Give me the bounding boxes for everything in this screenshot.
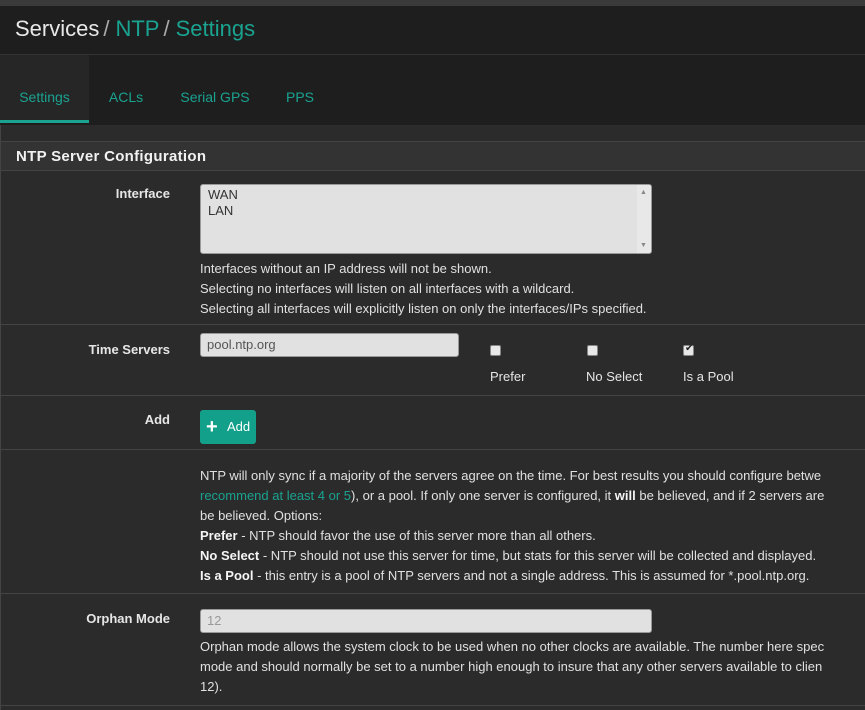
panel-title: NTP Server Configuration [1, 141, 865, 171]
is-a-pool-label: Is a Pool [683, 369, 734, 384]
ntp-help-text-part: ), or a pool. If only one server is conf… [351, 488, 615, 503]
add-button-label: Add [227, 419, 251, 434]
is-a-pool-checkbox[interactable] [683, 343, 694, 356]
ntp-help-text: NTP will only sync if a majority of the … [200, 466, 824, 586]
prefer-label: Prefer [490, 369, 526, 384]
no-select-term: No Select [200, 548, 260, 563]
orphan-mode-input[interactable]: 12 [200, 609, 652, 633]
ntp-help-bold: will [614, 488, 636, 503]
breadcrumb-ntp-link[interactable]: NTP [115, 16, 159, 41]
ntp-help-pool: Is a Pool - this entry is a pool of NTP … [200, 566, 824, 586]
breadcrumb-separator: / [103, 16, 110, 41]
interface-option-wan[interactable]: WAN [201, 185, 651, 203]
no-select-checkbox[interactable] [587, 345, 598, 356]
add-row: Add [1, 396, 865, 450]
tab-bar: Settings ACLs Serial GPS PPS [0, 54, 865, 123]
orphan-help-line: mode and should normally be set to a num… [200, 659, 823, 674]
is-a-pool-description: - this entry is a pool of NTP servers an… [253, 568, 810, 583]
orphan-help-line: 12). [200, 679, 223, 694]
breadcrumb-settings-link[interactable]: Settings [176, 16, 256, 41]
orphan-mode-label: Orphan Mode [86, 611, 170, 626]
ntp-config-panel: NTP Server Configuration Interface WAN L… [0, 125, 865, 710]
interface-option-lan[interactable]: LAN [201, 203, 651, 219]
prefer-checkbox[interactable] [490, 345, 501, 356]
tab-settings[interactable]: Settings [0, 55, 89, 123]
interface-help-line: Selecting no interfaces will listen on a… [200, 281, 575, 296]
interface-help: Interfaces without an IP address will no… [200, 259, 647, 319]
breadcrumb: Services / NTP / Settings [0, 6, 865, 53]
prefer-description: - NTP should favor the use of this serve… [237, 528, 596, 543]
tab-pps[interactable]: PPS [278, 55, 322, 123]
no-select-label: No Select [586, 369, 643, 384]
tab-serial-gps[interactable]: Serial GPS [172, 55, 258, 123]
is-a-pool-term: Is a Pool [200, 568, 254, 583]
time-servers-label: Time Servers [88, 342, 170, 357]
interface-listbox[interactable]: WAN LAN ▲ ▼ [200, 184, 652, 254]
ntp-help-line: recommend at least 4 or 5), or a pool. I… [200, 486, 824, 506]
plus-icon: + [206, 416, 218, 438]
add-label: Add [144, 412, 170, 427]
add-button[interactable]: + Add [200, 410, 256, 444]
recommend-link[interactable]: recommend at least 4 or 5 [200, 488, 351, 503]
scroll-up-icon[interactable]: ▲ [640, 189, 647, 196]
breadcrumb-services: Services [15, 16, 100, 41]
orphan-help-line: Orphan mode allows the system clock to b… [200, 639, 825, 654]
prefer-term: Prefer [200, 528, 238, 543]
interface-help-line: Selecting all interfaces will explicitly… [200, 301, 647, 316]
scroll-down-icon[interactable]: ▼ [640, 242, 647, 249]
ntp-help-line: be believed. Options: [200, 508, 323, 523]
ntp-help-noselect: No Select - NTP should not use this serv… [200, 546, 824, 566]
interface-help-line: Interfaces without an IP address will no… [200, 261, 492, 276]
ntp-help-text-part: be believed, and if 2 servers are [635, 488, 825, 503]
interface-label: Interface [115, 186, 170, 201]
no-select-description: - NTP should not use this server for tim… [259, 548, 817, 563]
listbox-scrollbar[interactable]: ▲ ▼ [637, 185, 651, 253]
time-server-input[interactable]: pool.ntp.org [200, 333, 459, 357]
tab-acls[interactable]: ACLs [98, 55, 154, 123]
breadcrumb-separator: / [163, 16, 170, 41]
ntp-help-prefer: Prefer - NTP should favor the use of thi… [200, 526, 824, 546]
orphan-help: Orphan mode allows the system clock to b… [200, 637, 824, 697]
ntp-help-line: NTP will only sync if a majority of the … [200, 468, 822, 483]
